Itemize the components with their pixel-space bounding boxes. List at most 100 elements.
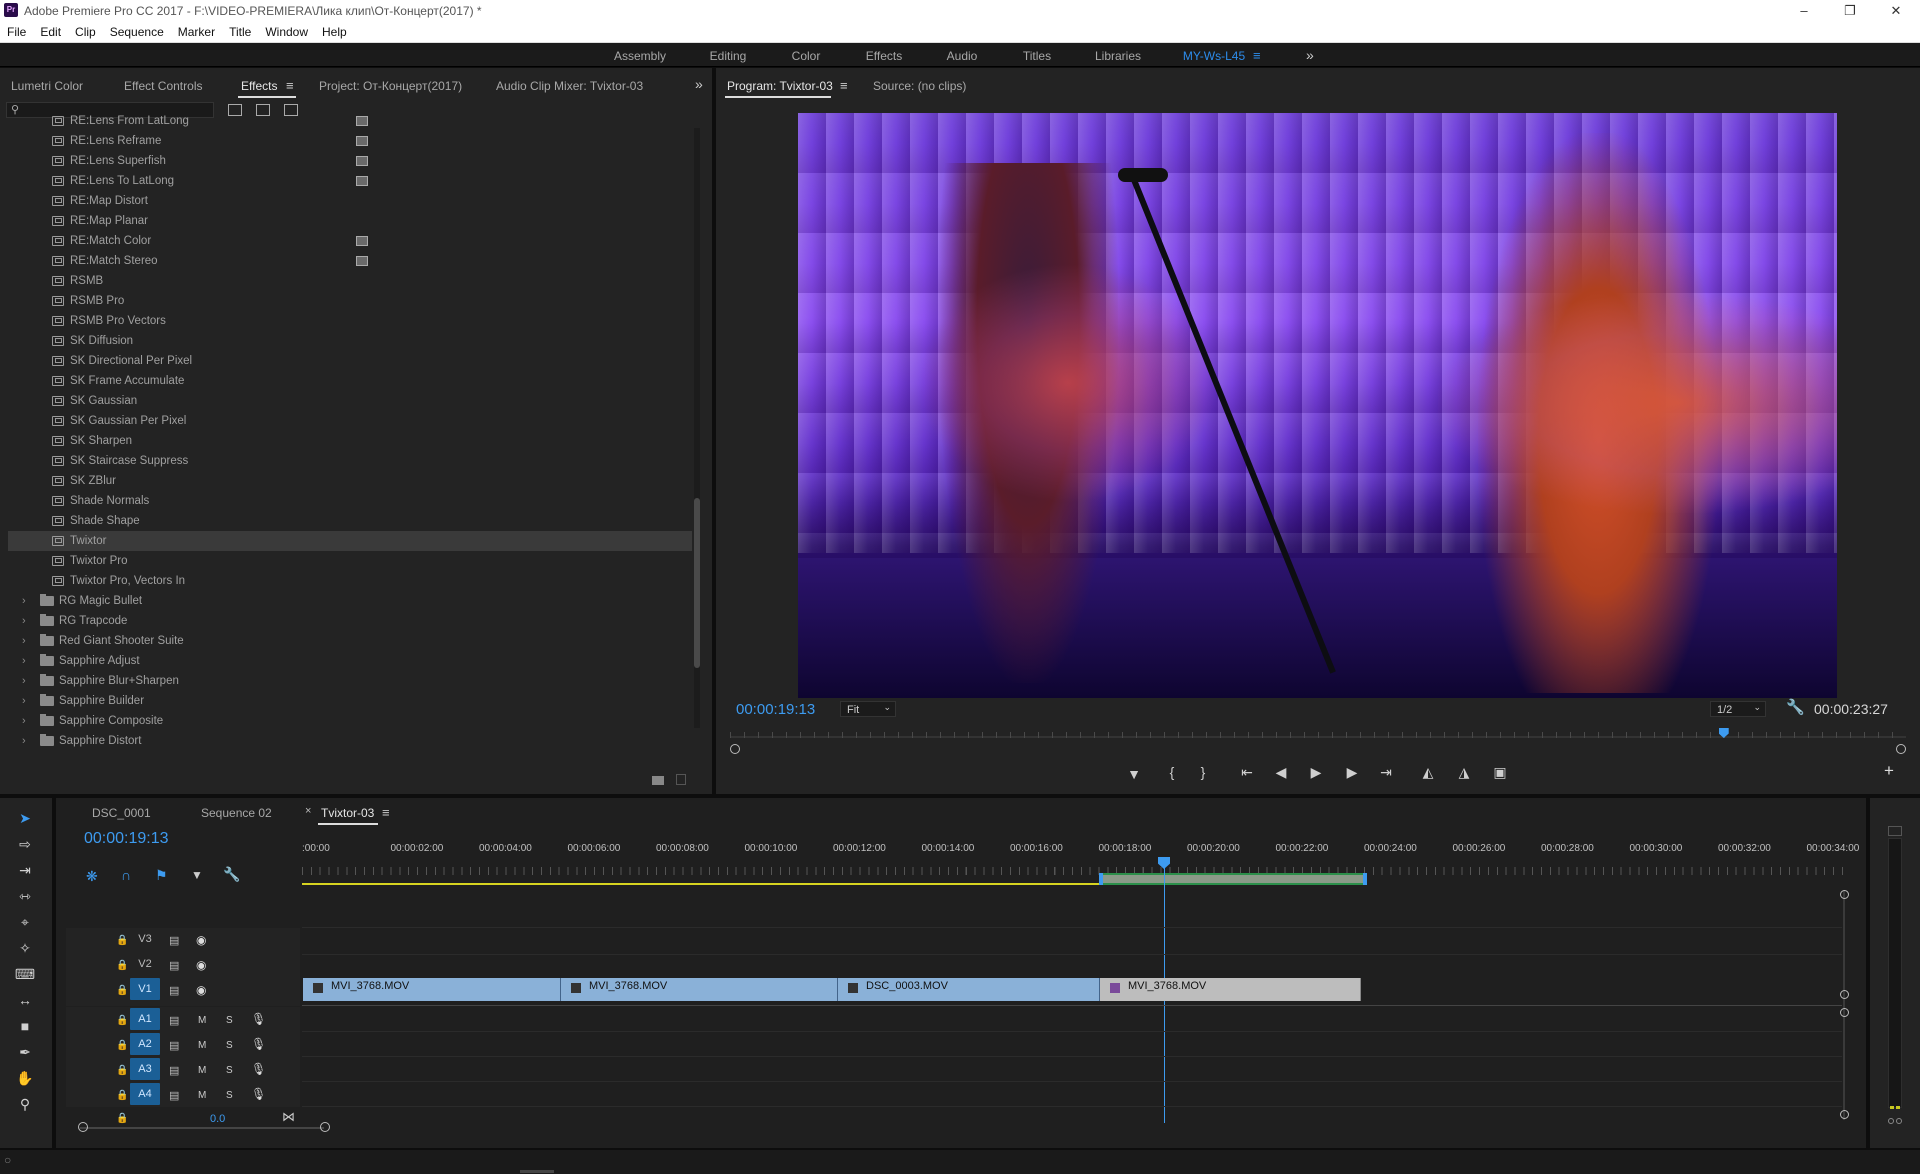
tab-tvixtor-03[interactable]: Tvixtor-03 xyxy=(321,806,374,820)
program-time-ruler[interactable] xyxy=(730,732,1906,738)
lock-icon[interactable]: 🔒 xyxy=(116,1090,128,1101)
sync-lock-icon[interactable]: ▤ xyxy=(169,959,179,972)
menu-marker[interactable]: Marker xyxy=(171,22,222,39)
effect-item[interactable]: SK Gaussian xyxy=(8,391,692,411)
scroll-handle[interactable] xyxy=(1840,890,1849,899)
lock-icon[interactable]: 🔒 xyxy=(116,960,128,971)
effect-folder[interactable]: › Sapphire Builder xyxy=(8,691,692,711)
effect-item[interactable]: RE:Lens To LatLong xyxy=(8,171,692,191)
sync-lock-icon[interactable]: ▤ xyxy=(169,1039,179,1052)
tab-source-monitor[interactable]: Source: (no clips) xyxy=(873,79,966,93)
sync-lock-icon[interactable]: ▤ xyxy=(169,934,179,947)
zoom-scroll-start-handle[interactable] xyxy=(730,744,740,754)
effect-item[interactable]: RE:Lens From LatLong xyxy=(8,111,692,131)
tab-sequence-02[interactable]: Sequence 02 xyxy=(201,806,272,820)
effect-folder[interactable]: › RG Trapcode xyxy=(8,611,692,631)
sync-lock-icon[interactable]: ▤ xyxy=(169,1089,179,1102)
hand-tool-icon[interactable]: ✋ xyxy=(14,1070,36,1092)
timeline-timecode[interactable]: 00:00:19:13 xyxy=(84,830,169,848)
timeline-zoom-end-handle[interactable] xyxy=(320,1122,330,1132)
selection-tool-icon[interactable]: ➤ xyxy=(14,810,36,832)
timeline-ruler[interactable]: :00:00 00:00:02:00 00:00:04:00 00:00:06:00 0… xyxy=(302,836,1859,882)
track-select-tool-icon[interactable]: ⇨ xyxy=(14,836,36,858)
sync-lock-icon[interactable]: ▤ xyxy=(169,1064,179,1077)
tab-program-monitor[interactable]: Program: Tvixtor-03 xyxy=(727,79,833,93)
effect-item[interactable]: RE:Lens Reframe xyxy=(8,131,692,151)
step-forward-icon[interactable]: ▶ xyxy=(1341,764,1363,781)
scroll-handle[interactable] xyxy=(1840,1008,1849,1017)
pen-tool-icon[interactable]: ✒ xyxy=(14,1044,36,1066)
effect-item[interactable]: RE:Lens Superfish xyxy=(8,151,692,171)
zoom-scroll-end-handle[interactable] xyxy=(1896,744,1906,754)
effect-item[interactable]: RSMB xyxy=(8,271,692,291)
scroll-handle[interactable] xyxy=(1840,990,1849,999)
track-target-a2[interactable]: A2 xyxy=(130,1033,160,1055)
chevron-right-icon[interactable]: › xyxy=(22,655,26,667)
work-area-in-handle[interactable] xyxy=(1099,873,1103,885)
effect-item[interactable]: Shade Shape xyxy=(8,511,692,531)
razor-tool-icon[interactable]: ✧ xyxy=(14,940,36,962)
effect-item[interactable]: RE:Map Planar xyxy=(8,211,692,231)
effect-item[interactable]: RSMB Pro Vectors xyxy=(8,311,692,331)
work-area-bar[interactable] xyxy=(1099,873,1367,885)
chevron-right-icon[interactable]: › xyxy=(22,675,26,687)
snap-magnet-icon[interactable]: ∩ xyxy=(121,867,131,883)
sync-lock-icon[interactable]: ▤ xyxy=(169,984,179,997)
timeline-vertical-scroll[interactable] xyxy=(1843,890,1845,1120)
effect-folder[interactable]: › Sapphire Composite xyxy=(8,711,692,731)
track-target-a3[interactable]: A3 xyxy=(130,1058,160,1080)
lock-icon[interactable]: 🔒 xyxy=(116,1015,128,1026)
voiceover-mic-icon[interactable]: 🎙 xyxy=(251,1012,266,1026)
effect-folder[interactable]: › Red Giant Shooter Suite xyxy=(8,631,692,651)
maximize-button[interactable]: ❐ xyxy=(1827,0,1873,22)
lock-icon[interactable]: 🔒 xyxy=(116,1065,128,1076)
track-target-v2[interactable]: V2 xyxy=(130,953,160,975)
chevron-right-icon[interactable]: › xyxy=(22,695,26,707)
effect-folder[interactable]: › Sapphire Distort xyxy=(8,731,692,751)
menu-title[interactable]: Title xyxy=(222,22,258,39)
work-area-out-handle[interactable] xyxy=(1363,873,1367,885)
effect-item[interactable]: Twixtor xyxy=(8,531,692,551)
chevron-right-icon[interactable]: › xyxy=(22,615,26,627)
effect-item[interactable]: SK Diffusion xyxy=(8,331,692,351)
solo-left-icon[interactable] xyxy=(1888,1118,1894,1124)
menu-clip[interactable]: Clip xyxy=(68,22,103,39)
eye-icon[interactable]: ◉ xyxy=(196,983,206,997)
close-button[interactable]: ✕ xyxy=(1873,0,1919,22)
export-frame-icon[interactable]: ▣ xyxy=(1489,764,1511,781)
workspace-assembly[interactable]: Assembly xyxy=(614,49,666,63)
workspace-effects[interactable]: Effects xyxy=(866,49,902,63)
lift-icon[interactable]: ◭ xyxy=(1417,764,1439,781)
mute-button[interactable]: M xyxy=(198,1090,206,1101)
eye-icon[interactable]: ◉ xyxy=(196,958,206,972)
program-current-time[interactable]: 00:00:19:13 xyxy=(736,701,815,718)
effect-item[interactable]: SK Staircase Suppress xyxy=(8,451,692,471)
track-target-a1[interactable]: A1 xyxy=(130,1008,160,1030)
chevron-right-icon[interactable]: › xyxy=(22,595,26,607)
program-menu-icon[interactable]: ≡ xyxy=(840,78,848,93)
solo-button[interactable]: S xyxy=(226,1015,233,1026)
chevron-right-icon[interactable]: › xyxy=(22,715,26,727)
workspace-menu-icon[interactable]: ≡ xyxy=(1253,48,1261,63)
track-target-v1[interactable]: V1 xyxy=(130,978,160,1000)
solo-right-icon[interactable] xyxy=(1896,1118,1902,1124)
go-to-out-icon[interactable]: ⇥ xyxy=(1375,764,1397,781)
mute-button[interactable]: M xyxy=(198,1015,206,1026)
eye-icon[interactable]: ◉ xyxy=(196,933,206,947)
zoom-tool-icon[interactable]: ⚲ xyxy=(14,1096,36,1118)
slip-tool-icon[interactable]: ⌨ xyxy=(14,966,36,988)
track-select-forward-icon[interactable]: ■ xyxy=(14,1018,36,1040)
mute-button[interactable]: M xyxy=(198,1040,206,1051)
workspace-editing[interactable]: Editing xyxy=(710,49,747,63)
close-tab-icon[interactable]: × xyxy=(305,805,311,817)
tab-dsc-0001[interactable]: DSC_0001 xyxy=(92,806,151,820)
workspace-my-ws-l45[interactable]: MY-Ws-L45 xyxy=(1183,49,1245,63)
play-icon[interactable]: ▶ xyxy=(1305,764,1327,781)
track-target-a4[interactable]: A4 xyxy=(130,1083,160,1105)
effect-item[interactable]: SK Sharpen xyxy=(8,431,692,451)
effect-folder[interactable]: › RG Magic Bullet xyxy=(8,591,692,611)
master-volume-value[interactable]: 0.0 xyxy=(210,1113,225,1125)
minimize-button[interactable]: – xyxy=(1781,0,1827,22)
menu-sequence[interactable]: Sequence xyxy=(103,22,171,39)
workspace-overflow-icon[interactable]: » xyxy=(1306,47,1314,63)
